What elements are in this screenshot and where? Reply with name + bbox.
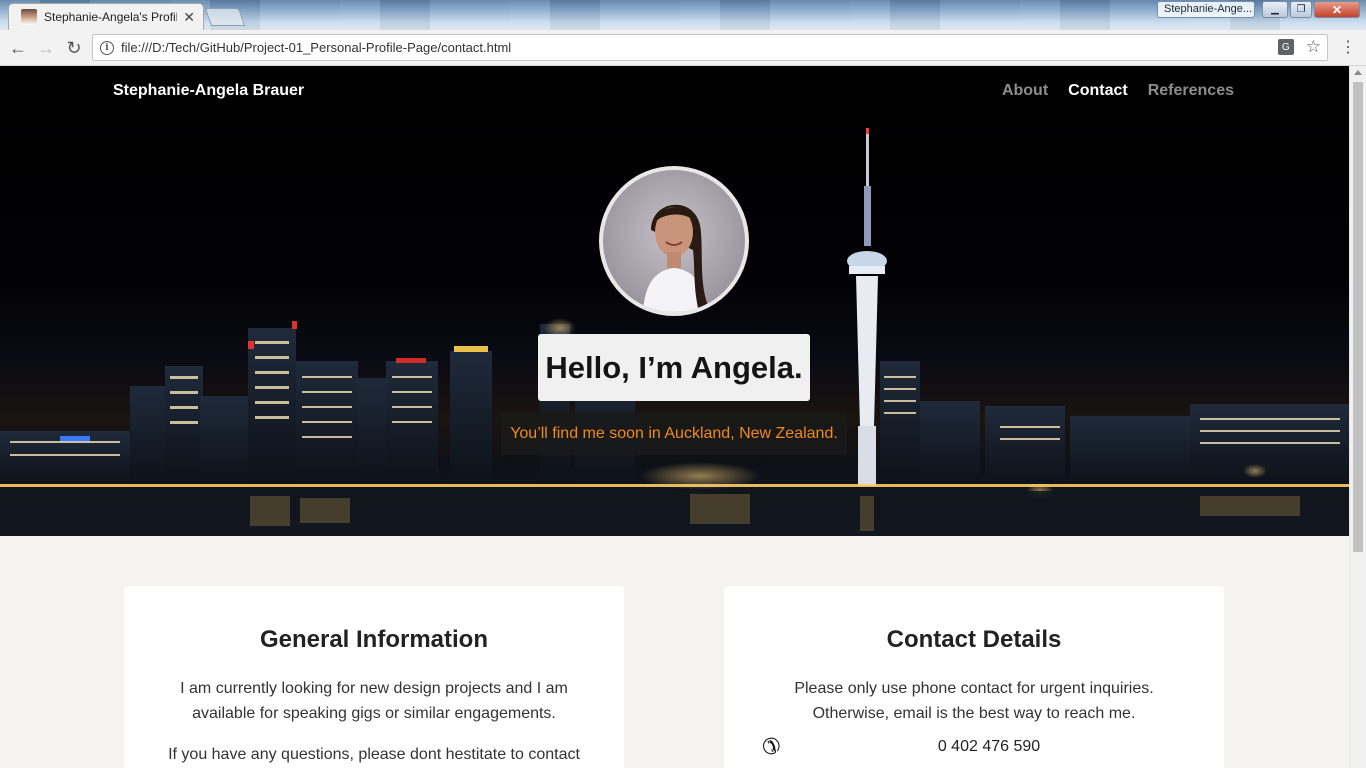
window-close-button[interactable]: ✕ (1314, 1, 1360, 18)
navbar-brand[interactable]: Stephanie-Angela Brauer (113, 82, 304, 100)
back-arrow-icon[interactable]: ← (6, 36, 30, 60)
hero-title-box: Hello, I’m Angela. (538, 334, 810, 401)
hero-subtitle: You’ll find me soon in Auckland, New Zea… (510, 424, 838, 442)
contact-details-heading: Contact Details (886, 626, 1062, 653)
reload-icon[interactable]: ↻ (62, 36, 86, 60)
browser-toolbar: ← → ↻ i file:///D:/Tech/GitHub/Project-0… (0, 30, 1366, 66)
address-bar[interactable]: i file:///D:/Tech/GitHub/Project-01_Pers… (92, 34, 1328, 61)
maximize-button[interactable]: ❐ (1290, 1, 1312, 18)
page-viewport: Stephanie-Angela Brauer About Contact Re… (0, 66, 1349, 768)
general-info-paragraph: I am currently looking for new design pr… (180, 680, 568, 722)
avatar (599, 166, 749, 316)
portrait-image (643, 204, 711, 312)
scroll-up-arrow-icon[interactable] (1354, 70, 1362, 75)
nav-link-contact[interactable]: Contact (1068, 82, 1128, 100)
window-titlebar: Stephanie-Angela's Profil ✕ Stephanie-An… (0, 0, 1366, 30)
window-label: Stephanie-Ange... (1157, 1, 1255, 18)
page-scrollbar[interactable] (1349, 66, 1366, 768)
minimize-button[interactable]: ▁ (1262, 1, 1288, 18)
general-info-paragraph-2: If you have any questions, please dont h… (168, 746, 580, 763)
close-icon[interactable]: ✕ (183, 9, 195, 26)
general-info-heading: General Information (259, 626, 489, 653)
translate-icon[interactable]: G (1277, 39, 1294, 55)
contact-details-paragraph: Please only use phone contact for urgent… (794, 680, 1154, 722)
phone-number[interactable]: 0 402 476 590 (908, 738, 1040, 755)
scroll-thumb[interactable] (1353, 82, 1363, 552)
tab-title: Stephanie-Angela's Profil (44, 10, 178, 24)
forward-arrow-icon[interactable]: → (34, 36, 58, 60)
new-tab-button[interactable] (204, 8, 246, 26)
nav-link-references[interactable]: References (1148, 82, 1234, 100)
hero-subtitle-box: You’ll find me soon in Auckland, New Zea… (501, 412, 847, 455)
hero-section: Stephanie-Angela Brauer About Contact Re… (0, 66, 1349, 536)
favicon-icon (21, 9, 37, 25)
phone-row: ✆ 0 402 476 590 (724, 734, 1224, 759)
url-text[interactable]: file:///D:/Tech/GitHub/Project-01_Person… (121, 40, 511, 55)
phone-icon: ✆ (762, 734, 781, 759)
info-icon[interactable]: i (100, 40, 114, 55)
navbar-links: About Contact References (1002, 82, 1234, 100)
contact-details-card: Contact Details Please only use phone co… (724, 586, 1224, 768)
general-info-card: General Information I am currently looki… (124, 586, 624, 768)
star-icon[interactable]: ☆ (1306, 38, 1321, 55)
nav-link-about[interactable]: About (1002, 82, 1048, 100)
menu-icon[interactable]: ⋮ (1340, 37, 1356, 57)
browser-tab[interactable]: Stephanie-Angela's Profil ✕ (8, 3, 204, 30)
hero-title: Hello, I’m Angela. (545, 349, 803, 385)
